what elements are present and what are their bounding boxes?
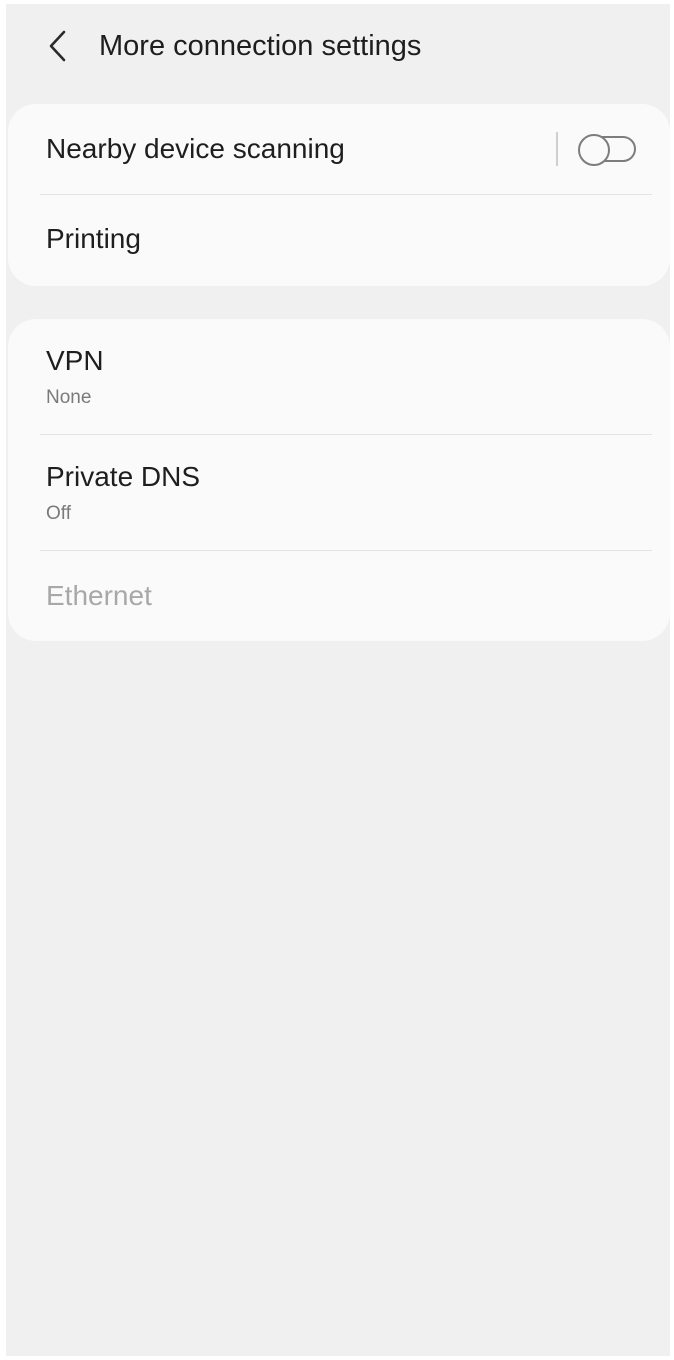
row-label: Ethernet [46,580,152,611]
row-label: Nearby device scanning [46,133,345,164]
row-subtitle: Off [46,503,71,524]
toggle-knob [578,134,610,166]
row-label: VPN [46,345,104,376]
row-label: Private DNS [46,461,201,492]
settings-group-connections: Nearby device scanning Printing [8,104,670,286]
app-bar: More connection settings [6,4,670,94]
vpn-row[interactable]: VPN None [8,319,670,435]
row-divider-vertical [556,132,558,166]
back-button[interactable] [38,26,78,66]
ethernet-row: Ethernet [8,551,670,641]
row-subtitle: None [46,387,92,408]
chevron-left-icon [49,30,66,62]
settings-screen: More connection settings Nearby device s… [6,4,670,1356]
settings-group-network: VPN None Private DNS Off Ethernet [8,319,670,641]
private-dns-row[interactable]: Private DNS Off [8,435,670,551]
page-title: More connection settings [99,30,422,62]
nearby-device-scanning-row[interactable]: Nearby device scanning [8,104,670,196]
nearby-device-scanning-toggle[interactable] [578,134,640,166]
printing-row[interactable]: Printing [8,195,670,286]
row-label: Printing [46,223,141,254]
